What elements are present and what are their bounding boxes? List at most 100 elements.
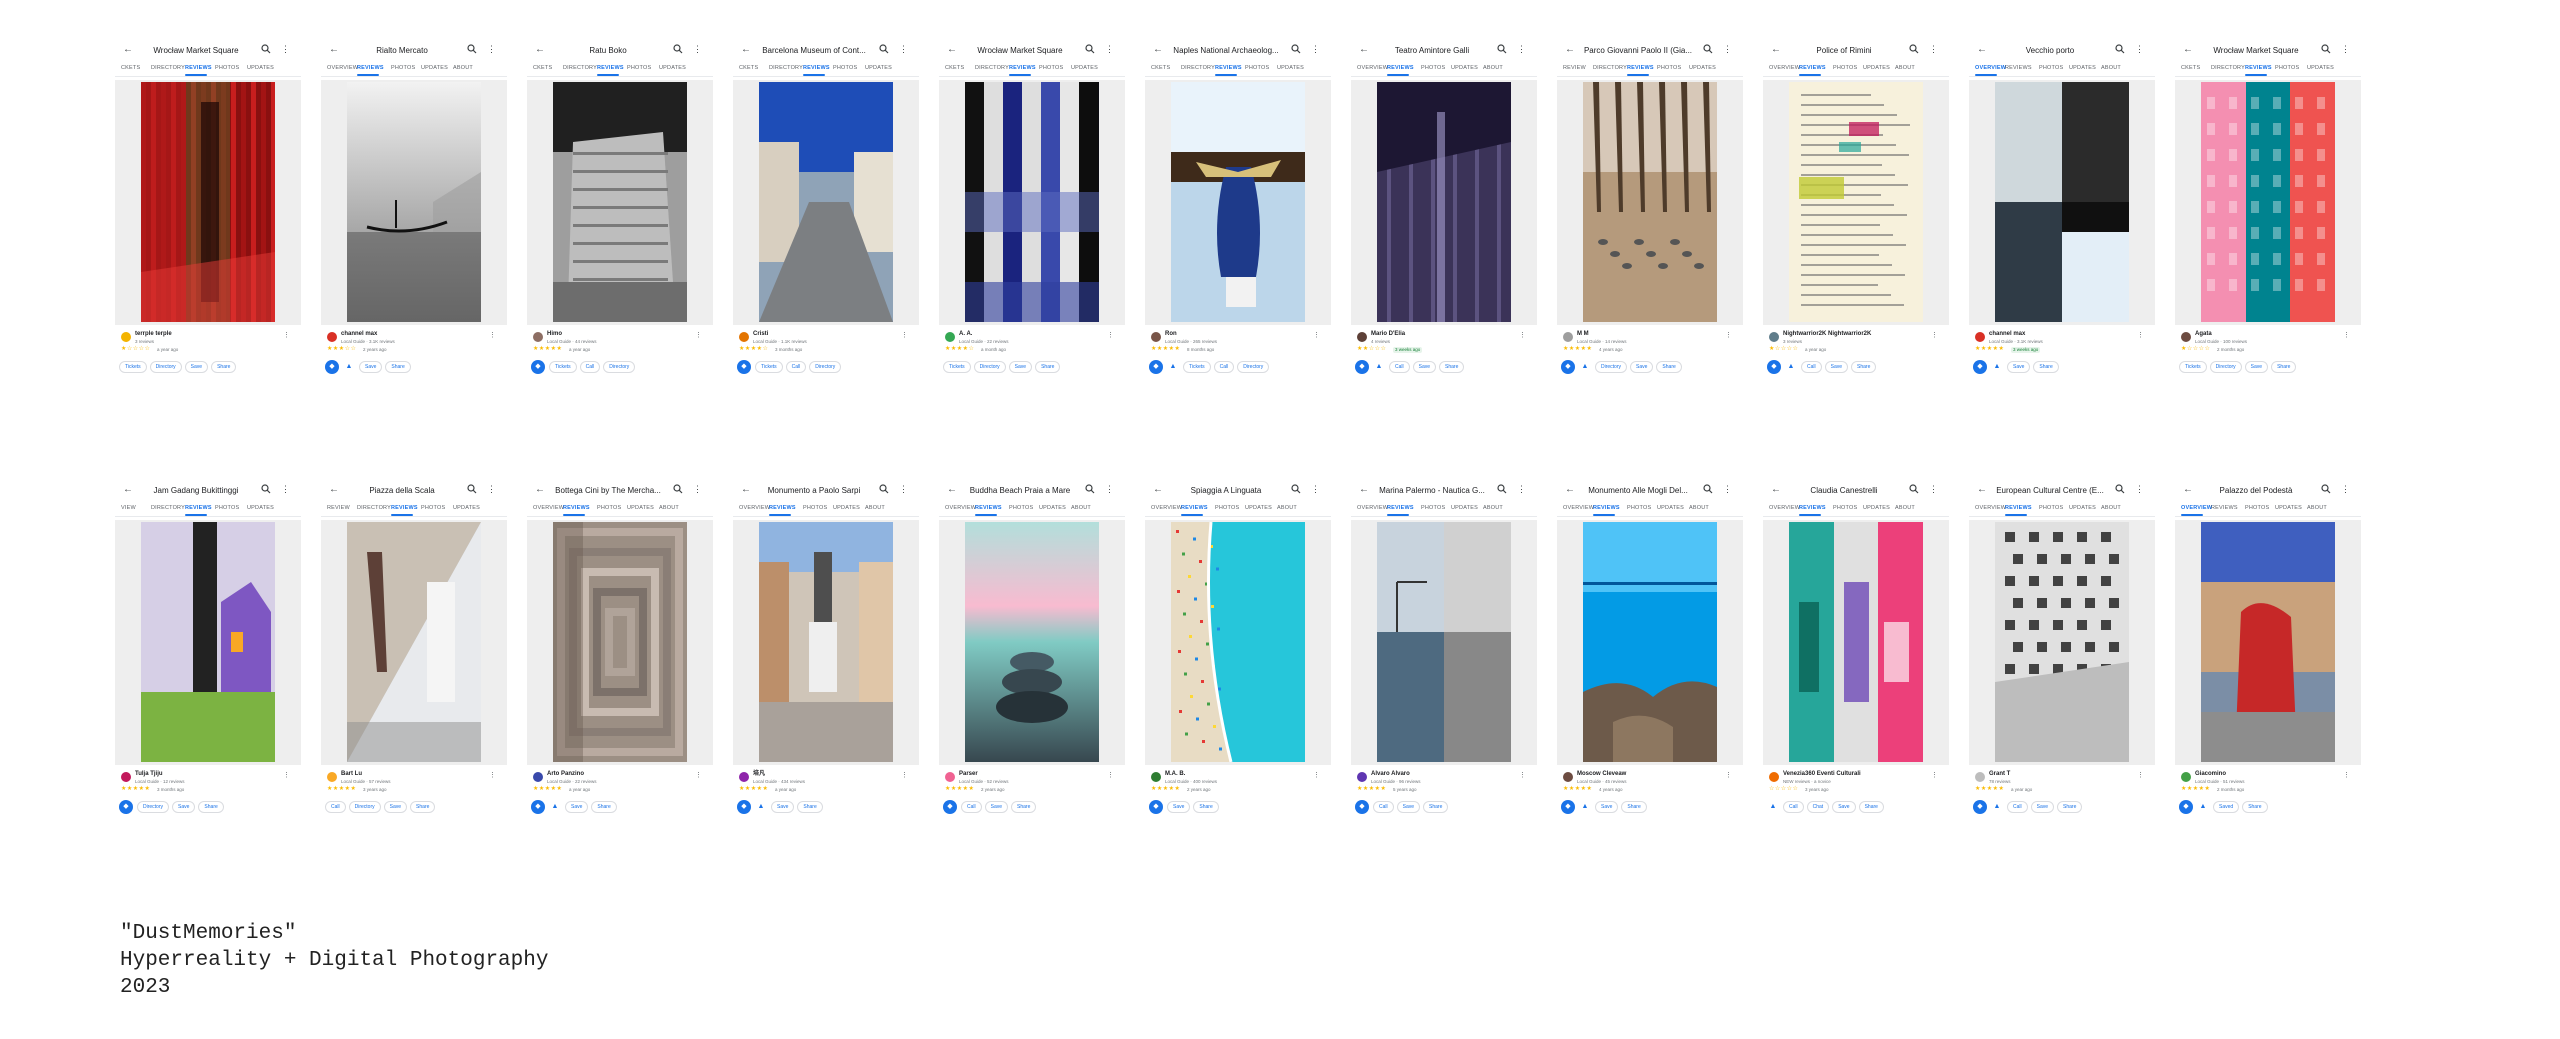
tab-photos[interactable]: PHOTOS	[597, 505, 621, 512]
tab-reviews[interactable]: REVIEWS	[2005, 505, 2032, 512]
tab-photos[interactable]: PHOTOS	[1245, 65, 1269, 72]
tab-updates[interactable]: UPDATES	[1657, 505, 1684, 512]
reviewer-name[interactable]: Nightwarrior2K Nightwarrior2K	[1783, 331, 1871, 338]
search-icon[interactable]	[673, 44, 683, 54]
tab-directory[interactable]: DIRECTORY	[975, 65, 1009, 72]
navigate-button[interactable]: ▲	[1991, 361, 2003, 373]
search-icon[interactable]	[879, 484, 889, 494]
save-button[interactable]: Save	[2007, 360, 2031, 373]
tab-reviews[interactable]: REVIEWS	[2005, 65, 2032, 72]
directions-button[interactable]: ◆	[737, 799, 751, 814]
tab-updates[interactable]: UPDATES	[833, 505, 860, 512]
directions-button[interactable]: ◆	[1149, 799, 1163, 814]
tab-photos[interactable]: PHOTOS	[2039, 65, 2063, 72]
review-photo[interactable]	[1995, 82, 2129, 322]
share-button[interactable]: Share	[2242, 800, 2268, 813]
reviewer-name[interactable]: Parser	[959, 771, 978, 778]
review-more-icon[interactable]: ⋮	[2137, 332, 2144, 340]
tab-review[interactable]: REVIEW	[327, 505, 350, 512]
share-button[interactable]: Share	[1439, 360, 1465, 373]
reviewer-name[interactable]: M M	[1577, 331, 1589, 338]
tab-reviews[interactable]: REVIEWS	[1181, 505, 1208, 512]
share-button[interactable]: Share	[1621, 800, 1647, 813]
share-button[interactable]: Share	[198, 800, 224, 813]
reviewer-name[interactable]: 培凡	[753, 771, 765, 778]
tickets-button[interactable]: Tickets	[943, 360, 971, 373]
avatar[interactable]	[327, 332, 337, 342]
navigate-button[interactable]: ▲	[1579, 361, 1591, 373]
more-vert-icon[interactable]: ⋮	[693, 44, 702, 54]
reviewer-name[interactable]: Agata	[2195, 331, 2212, 338]
review-more-icon[interactable]: ⋮	[283, 332, 290, 340]
save-button[interactable]: Save	[2030, 800, 2055, 813]
tab-overview[interactable]: OVERVIEW	[1769, 505, 1800, 512]
tab-photos[interactable]: PHOTOS	[1215, 505, 1239, 512]
tab-ckets[interactable]: CKETS	[533, 65, 552, 72]
review-more-icon[interactable]: ⋮	[283, 772, 290, 780]
avatar[interactable]	[1975, 772, 1985, 782]
tab-photos[interactable]: PHOTOS	[1627, 505, 1651, 512]
tab-about[interactable]: ABOUT	[1071, 505, 1091, 512]
call-button[interactable]: Call	[1783, 800, 1804, 813]
arrow-back-icon[interactable]: ←	[1565, 44, 1575, 56]
tab-overview[interactable]: OVERVIEW	[1975, 505, 2006, 512]
more-vert-icon[interactable]: ⋮	[693, 484, 702, 494]
search-icon[interactable]	[673, 484, 683, 494]
navigate-button[interactable]: ▲	[2197, 801, 2209, 813]
share-button[interactable]: Share	[1011, 800, 1037, 813]
share-button[interactable]: Share	[1035, 360, 1061, 373]
directory-button[interactable]: Directory	[1595, 360, 1628, 373]
arrow-back-icon[interactable]: ←	[1565, 484, 1575, 496]
tab-photos[interactable]: PHOTOS	[215, 505, 239, 512]
tab-overview[interactable]: OVERVIEW	[739, 505, 770, 512]
tickets-button[interactable]: Tickets	[755, 360, 783, 373]
tab-reviews[interactable]: REVIEWS	[563, 505, 590, 512]
review-photo[interactable]	[1995, 522, 2129, 762]
tab-reviews[interactable]: REVIEWS	[803, 65, 830, 72]
share-button[interactable]: Share	[2271, 360, 2297, 373]
tab-ckets[interactable]: CKETS	[739, 65, 758, 72]
review-photo[interactable]	[141, 82, 275, 322]
tab-updates[interactable]: UPDATES	[421, 65, 448, 72]
reviewer-name[interactable]: terrple terple	[135, 331, 172, 338]
review-more-icon[interactable]: ⋮	[1313, 332, 1320, 340]
review-more-icon[interactable]: ⋮	[901, 332, 908, 340]
tab-photos[interactable]: PHOTOS	[421, 505, 445, 512]
tab-updates[interactable]: UPDATES	[1039, 505, 1066, 512]
share-button[interactable]: Share	[2057, 800, 2083, 813]
avatar[interactable]	[2181, 772, 2191, 782]
call-button[interactable]: Call	[785, 360, 807, 373]
reviewer-name[interactable]: A. A.	[959, 331, 972, 338]
tab-about[interactable]: ABOUT	[453, 65, 473, 72]
arrow-back-icon[interactable]: ←	[123, 484, 133, 496]
search-icon[interactable]	[2115, 484, 2125, 494]
review-more-icon[interactable]: ⋮	[1931, 332, 1938, 340]
tab-directory[interactable]: DIRECTORY	[563, 65, 597, 72]
avatar[interactable]	[1357, 332, 1367, 342]
review-photo[interactable]	[553, 82, 687, 322]
review-photo[interactable]	[1377, 522, 1511, 762]
tab-overview[interactable]: OVERVIEW	[1357, 505, 1388, 512]
navigate-button[interactable]: ▲	[755, 801, 767, 813]
tab-about[interactable]: ABOUT	[2101, 505, 2121, 512]
more-vert-icon[interactable]: ⋮	[2341, 484, 2350, 494]
arrow-back-icon[interactable]: ←	[947, 484, 957, 496]
tab-photos[interactable]: PHOTOS	[1421, 505, 1445, 512]
tab-about[interactable]: ABOUT	[1483, 65, 1503, 72]
tab-photos[interactable]: PHOTOS	[1833, 65, 1857, 72]
more-vert-icon[interactable]: ⋮	[1517, 44, 1526, 54]
reviewer-name[interactable]: channel max	[1989, 331, 2025, 338]
arrow-back-icon[interactable]: ←	[329, 44, 339, 56]
tab-updates[interactable]: UPDATES	[1071, 65, 1098, 72]
tab-ckets[interactable]: CKETS	[945, 65, 964, 72]
reviewer-name[interactable]: Venezia360 Eventi Culturali	[1783, 771, 1861, 778]
avatar[interactable]	[1769, 772, 1779, 782]
more-vert-icon[interactable]: ⋮	[899, 484, 908, 494]
search-icon[interactable]	[467, 44, 477, 54]
save-button[interactable]: Save	[1630, 360, 1654, 373]
tickets-button[interactable]: Tickets	[1183, 360, 1211, 373]
tab-updates[interactable]: UPDATES	[1451, 505, 1478, 512]
tab-directory[interactable]: DIRECTORY	[1181, 65, 1215, 72]
directions-button[interactable]: ◆	[531, 799, 545, 814]
tab-photos[interactable]: PHOTOS	[2039, 505, 2063, 512]
